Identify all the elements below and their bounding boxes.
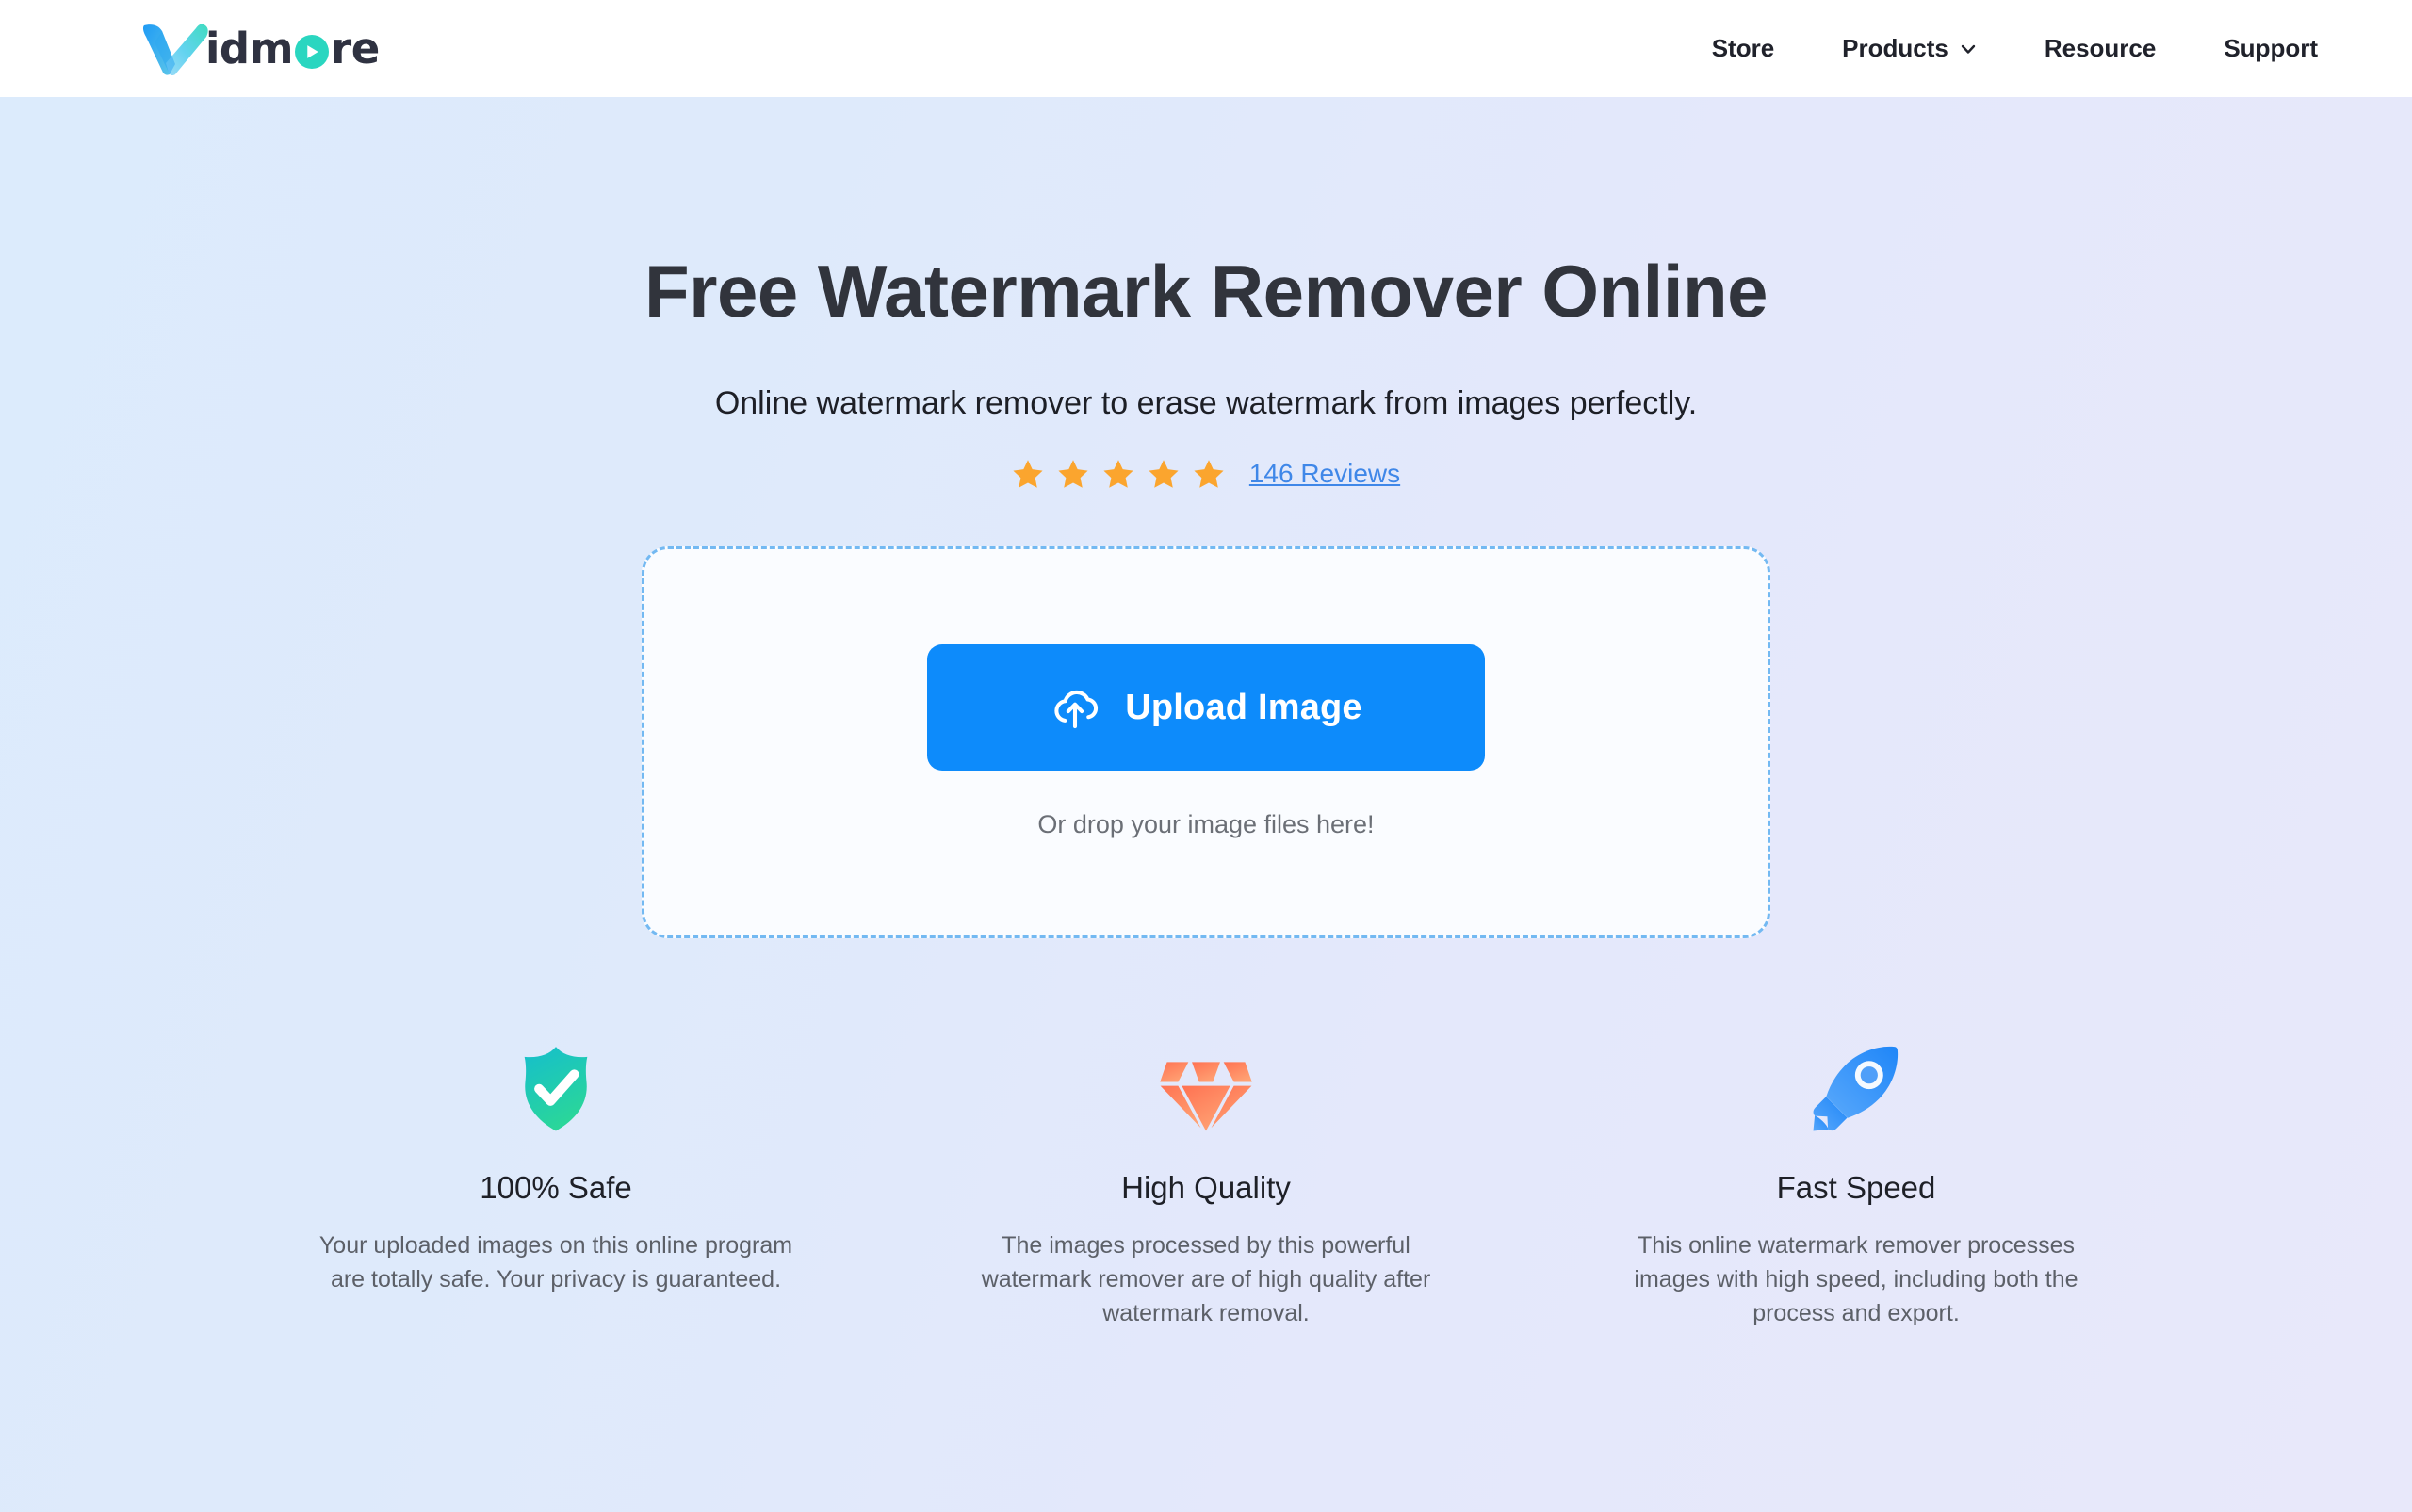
page-title: Free Watermark Remover Online (644, 250, 1768, 333)
rating-row: 146 Reviews (0, 458, 2412, 490)
nav-item-products[interactable]: Products (1808, 34, 2011, 63)
nav-item-resource-label: Resource (2044, 34, 2157, 62)
star-icon (1012, 458, 1044, 490)
nav-item-support-label: Support (2224, 34, 2318, 62)
brand-logo[interactable]: idm re (141, 21, 380, 77)
nav-item-store-label: Store (1711, 34, 1775, 62)
feature-description: The images processed by this powerful wa… (981, 1231, 1431, 1327)
main-navigation: Store Products Resource Support (1678, 34, 2318, 63)
feature-description: This online watermark remover processes … (1634, 1231, 2078, 1327)
reviews-link[interactable]: 146 Reviews (1249, 459, 1400, 489)
brand-name-post: re (331, 24, 380, 73)
brand-play-badge (295, 34, 330, 69)
features-section: 100% Safe Your uploaded images on this o… (0, 1032, 2412, 1331)
nav-item-resource[interactable]: Resource (2011, 34, 2191, 63)
upload-image-button-label: Upload Image (1125, 687, 1362, 727)
rocket-icon (1807, 1032, 1905, 1144)
page-subtitle: Online watermark remover to erase waterm… (714, 384, 1698, 421)
star-icon (1193, 458, 1225, 490)
chevron-down-icon (1960, 41, 1977, 57)
nav-item-store[interactable]: Store (1678, 34, 1808, 63)
feature-card-safe: 100% Safe Your uploaded images on this o… (231, 1032, 881, 1331)
hero-section: Free Watermark Remover Online Online wat… (0, 97, 2412, 1331)
brand-wordmark: idm re (205, 27, 380, 70)
upload-image-button[interactable]: Upload Image (927, 644, 1485, 772)
feature-title: Fast Speed (1776, 1169, 1936, 1205)
brand-name-pre: idm (205, 24, 294, 73)
vidmore-checkmark-logo-icon (141, 22, 211, 76)
feature-description: Your uploaded images on this online prog… (318, 1231, 793, 1293)
feature-title: 100% Safe (480, 1169, 632, 1205)
star-icon (1057, 458, 1089, 490)
feature-card-quality: High Quality The images processed by thi… (881, 1032, 1531, 1331)
nav-item-support[interactable]: Support (2190, 34, 2318, 63)
site-header: idm re Store Products Resource Support (0, 0, 2412, 97)
play-triangle-icon (307, 44, 318, 58)
dropzone-hint: Or drop your image files here! (1037, 810, 1375, 839)
nav-item-products-label: Products (1842, 34, 1948, 62)
diamond-icon (1157, 1032, 1255, 1144)
star-icon (1148, 458, 1180, 490)
shield-check-icon (507, 1032, 605, 1144)
feature-title: High Quality (1121, 1169, 1291, 1205)
star-rating (1012, 458, 1225, 490)
file-dropzone[interactable]: Upload Image Or drop your image files he… (642, 545, 1770, 938)
star-icon (1102, 458, 1134, 490)
cloud-upload-icon (1050, 682, 1100, 733)
feature-card-speed: Fast Speed This online watermark remover… (1531, 1032, 2181, 1331)
